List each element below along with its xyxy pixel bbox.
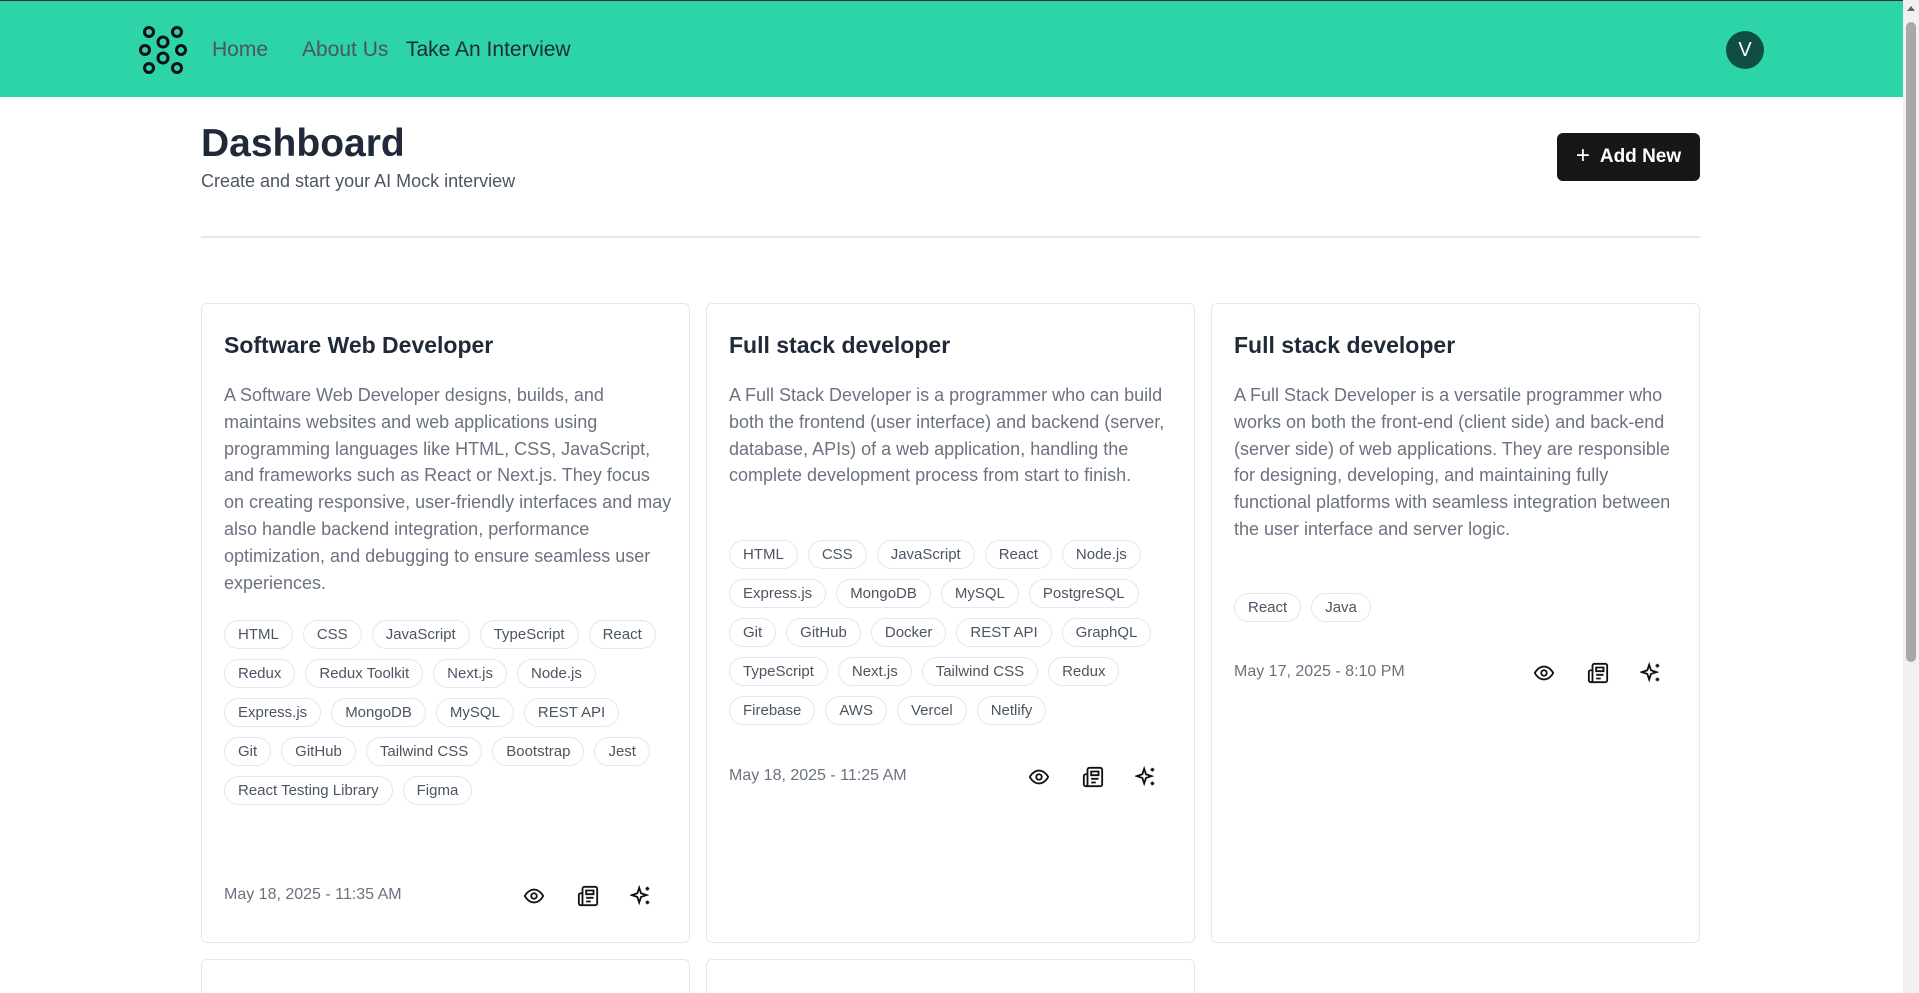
skill-tag: Redux	[224, 659, 296, 688]
eye-icon[interactable]	[1533, 662, 1555, 684]
skill-tag: Tailwind CSS	[921, 657, 1039, 686]
page-scrollbar[interactable]	[1903, 0, 1919, 993]
skill-tag: AWS	[825, 696, 887, 725]
skill-tag: Next.js	[433, 659, 507, 688]
skill-tag: TypeScript	[479, 620, 579, 649]
skill-tag: JavaScript	[876, 540, 975, 569]
scroll-up-arrow-icon[interactable]	[1907, 6, 1915, 11]
skill-tag: Express.js	[224, 698, 322, 727]
page-title: Dashboard	[201, 122, 405, 165]
skill-tag: Git	[224, 737, 272, 766]
flower-logo-icon[interactable]	[139, 25, 187, 75]
card-date: May 17, 2025 - 8:10 PM	[1234, 663, 1405, 680]
skill-tag: HTML	[729, 540, 798, 569]
sparkles-icon[interactable]	[630, 885, 652, 907]
nav-home-link[interactable]: Home	[212, 1, 268, 98]
newspaper-icon[interactable]	[1587, 662, 1609, 684]
skill-tag: Node.js	[516, 659, 596, 688]
skill-tag: Redux	[1048, 657, 1120, 686]
skill-tag: Bootstrap	[492, 737, 585, 766]
card-title: Full stack developer	[729, 332, 951, 358]
skill-tag: MySQL	[940, 579, 1019, 608]
scroll-thumb[interactable]	[1906, 22, 1916, 662]
skill-tag: CSS	[302, 620, 362, 649]
skill-tag: MongoDB	[331, 698, 426, 727]
skill-tag: GitHub	[786, 618, 861, 647]
interview-card-partial	[706, 959, 1195, 993]
skill-tag: JavaScript	[371, 620, 470, 649]
eye-icon[interactable]	[523, 885, 545, 907]
card-title: Full stack developer	[1234, 332, 1456, 358]
add-new-label: Add New	[1599, 146, 1682, 167]
skill-tag: MongoDB	[836, 579, 931, 608]
skill-tag: HTML	[224, 620, 293, 649]
skill-tag: TypeScript	[729, 657, 828, 686]
skill-tag: Jest	[594, 737, 650, 766]
skill-tag: React	[588, 620, 656, 649]
newspaper-icon[interactable]	[577, 885, 599, 907]
user-avatar[interactable]: V	[1726, 31, 1764, 69]
card-date: May 18, 2025 - 11:35 AM	[224, 886, 402, 903]
interview-card: Full stack developer A Full Stack Develo…	[1211, 303, 1700, 943]
skill-tag: Git	[729, 618, 777, 647]
nav-take-interview-link[interactable]: Take An Interview	[406, 1, 571, 98]
skill-tag: MySQL	[435, 698, 514, 727]
skill-tag: Firebase	[729, 696, 816, 725]
skill-tag: REST API	[956, 618, 1052, 647]
card-description: A Full Stack Developer is a versatile pr…	[1234, 385, 1671, 539]
skill-tag: Vercel	[896, 696, 967, 725]
interview-card: Full stack developer A Full Stack Develo…	[706, 303, 1195, 943]
interview-card: Software Web Developer A Software Web De…	[201, 303, 690, 943]
skill-tag: Express.js	[729, 579, 827, 608]
card-tags: React Java	[1234, 593, 1684, 622]
newspaper-icon[interactable]	[1082, 766, 1104, 788]
sparkles-icon[interactable]	[1640, 662, 1662, 684]
skill-tag: CSS	[807, 540, 867, 569]
header-divider	[201, 236, 1700, 238]
skill-tag: PostgreSQL	[1028, 579, 1139, 608]
skill-tag: Java	[1311, 593, 1371, 622]
card-tags: HTML CSS JavaScript TypeScript React Redux Red…	[224, 620, 674, 805]
skill-tag: REST API	[523, 698, 620, 727]
skill-tag: Figma	[402, 776, 473, 805]
skill-tag: GitHub	[281, 737, 356, 766]
eye-icon[interactable]	[1028, 766, 1050, 788]
skill-tag: Docker	[870, 618, 947, 647]
sparkles-icon[interactable]	[1135, 766, 1157, 788]
card-date: May 18, 2025 - 11:25 AM	[729, 767, 907, 784]
page-subtitle: Create and start your AI Mock interview	[201, 171, 516, 191]
skill-tag: React	[1234, 593, 1302, 622]
skill-tag: React Testing Library	[224, 776, 393, 805]
plus-icon: +	[1575, 142, 1590, 169]
skill-tag: Next.js	[837, 657, 912, 686]
skill-tag: React	[984, 540, 1052, 569]
nav-about-link[interactable]: About Us	[302, 1, 388, 98]
skill-tag: Node.js	[1061, 540, 1141, 569]
card-title: Software Web Developer	[224, 332, 494, 358]
card-tags: HTML CSS JavaScript React Node.js Express.js M…	[729, 540, 1179, 725]
skill-tag: Netlify	[976, 696, 1047, 725]
page: Home About Us Take An Interview V Dashbo…	[0, 0, 1919, 993]
card-description: A Full Stack Developer is a programmer w…	[729, 385, 1165, 486]
add-new-button[interactable]: + Add New	[1557, 133, 1700, 181]
interview-card-partial	[201, 959, 690, 993]
skill-tag: Tailwind CSS	[365, 737, 483, 766]
skill-tag: GraphQL	[1061, 618, 1152, 647]
top-navbar: Home About Us Take An Interview V	[0, 0, 1903, 97]
card-description: A Software Web Developer designs, builds…	[224, 385, 672, 593]
skill-tag: Redux Toolkit	[305, 659, 424, 688]
